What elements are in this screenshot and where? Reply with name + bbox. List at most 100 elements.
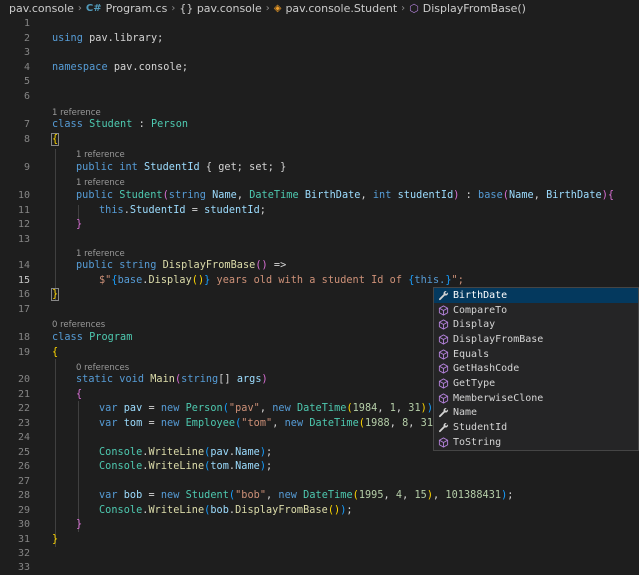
suggestion-label: MemberwiseClone <box>453 392 544 404</box>
code-lens-references[interactable]: 1 reference <box>52 108 101 118</box>
code-line-11: this.StudentId = studentId; <box>99 205 266 216</box>
suggestion-label: BirthDate <box>453 289 508 301</box>
suggestion-widget[interactable]: BirthDate CompareTo Display DisplayFromB… <box>433 287 639 451</box>
suggestion-item[interactable]: BirthDate <box>434 288 638 303</box>
code-line-15[interactable]: $"{base.Display()} years old with a stud… <box>99 274 464 288</box>
suggestion-item[interactable]: Display <box>434 317 638 332</box>
breadcrumb-project[interactable]: pav.console <box>9 2 74 15</box>
cube-icon <box>438 363 449 374</box>
method: WriteLine <box>148 505 205 516</box>
suggestion-label: DisplayFromBase <box>453 333 544 345</box>
suggestion-item[interactable]: GetType <box>434 376 638 391</box>
string: "tom" <box>241 418 273 429</box>
line-number: 28 <box>17 490 30 501</box>
line-number: 10 <box>17 190 30 201</box>
code-line-18: class Program <box>52 331 132 345</box>
breadcrumb-method[interactable]: DisplayFromBase() <box>423 2 526 15</box>
breadcrumb-namespace[interactable]: {} pav.console <box>179 2 261 15</box>
string: $" <box>99 275 112 286</box>
number: 8 <box>402 418 409 429</box>
code-line-25: Console.WriteLine(pav.Name); <box>99 447 273 458</box>
line-number: 20 <box>17 374 30 385</box>
code-line-8: { <box>50 133 60 146</box>
kw: int <box>119 162 138 173</box>
breadcrumb-class[interactable]: pav.console.Student <box>285 2 397 15</box>
line-number: 11 <box>17 205 30 216</box>
var: tom <box>210 461 229 472</box>
kw: string <box>119 260 157 271</box>
line-number: 3 <box>23 47 30 58</box>
code-lens-references[interactable]: 1 reference <box>76 249 125 259</box>
line-number: 14 <box>17 260 30 271</box>
breadcrumb-file[interactable]: Program.cs <box>106 2 168 15</box>
method: Display <box>148 275 192 286</box>
wrench-icon <box>439 290 449 300</box>
suggestion-item[interactable]: DisplayFromBase <box>434 332 638 347</box>
chevron-right-icon: › <box>401 2 406 14</box>
line-number: 31 <box>17 534 30 545</box>
code-lens-references[interactable]: 1 reference <box>76 150 125 160</box>
code-lens-references[interactable]: 1 reference <box>76 178 125 188</box>
kw: base <box>117 275 143 286</box>
kw: string <box>168 190 206 201</box>
type: Student <box>89 119 133 130</box>
cube-icon <box>438 437 449 448</box>
number: 1988 <box>364 418 390 429</box>
kw: new <box>160 403 180 414</box>
suggestion-label: Display <box>453 319 496 331</box>
suggestion-item[interactable]: CompareTo <box>434 303 638 318</box>
string: years old with a student Id of <box>210 275 409 286</box>
number: 1 <box>389 403 396 414</box>
method: DisplayFromBase <box>235 505 328 516</box>
code-line-31: } <box>52 534 59 545</box>
method-cube-icon: ⬡ <box>409 1 419 15</box>
code-lens-references[interactable]: 0 references <box>76 363 129 373</box>
kw: public <box>76 162 114 173</box>
kw: var <box>99 403 118 414</box>
kw: void <box>119 374 145 385</box>
type: Console <box>99 505 143 516</box>
suggestion-item[interactable]: GetHashCode <box>434 361 638 376</box>
param: BirthDate <box>304 190 361 201</box>
type: Console <box>99 461 143 472</box>
var: pav <box>210 447 229 458</box>
code-lens-references[interactable]: 0 references <box>52 320 105 330</box>
line-number: 7 <box>23 119 30 130</box>
line-number: 26 <box>17 461 30 472</box>
kw: new <box>272 403 291 414</box>
cube-icon <box>438 393 449 404</box>
param: studentId <box>397 190 454 201</box>
line-number: 18 <box>17 332 30 343</box>
suggestion-item[interactable]: MemberwiseClone <box>434 391 638 406</box>
accessor: { get; set; } <box>199 162 287 173</box>
suggestion-item[interactable]: StudentId <box>434 420 638 435</box>
type: Person <box>185 403 223 414</box>
suggestion-item[interactable]: Name <box>434 406 638 421</box>
code-line-29: Console.WriteLine(bob.DisplayFromBase())… <box>99 505 353 516</box>
code-line-14: public string DisplayFromBase() => <box>76 260 287 271</box>
kw: new <box>284 418 304 429</box>
suggestion-item[interactable]: Equals <box>434 347 638 362</box>
number: 31 <box>420 418 434 429</box>
ns: pav.library <box>89 33 158 44</box>
line-number: 2 <box>23 33 30 44</box>
line-number: 24 <box>17 432 30 443</box>
line-number: 6 <box>23 91 30 102</box>
chevron-right-icon: › <box>265 2 270 14</box>
line-number: 17 <box>17 304 30 315</box>
type: DateTime <box>303 490 353 501</box>
type: DateTime <box>309 418 359 429</box>
type: Person <box>150 119 189 130</box>
kw: public <box>76 260 114 271</box>
line-number: 5 <box>23 76 30 87</box>
method: Main <box>150 374 175 385</box>
kw: base <box>478 190 503 201</box>
op: : <box>132 119 151 130</box>
line-number-current: 15 <box>17 275 30 286</box>
suggestion-label: GetHashCode <box>453 363 520 375</box>
code-line-2: using pav.library; <box>52 33 164 44</box>
type: Student <box>119 190 163 201</box>
suggestion-item[interactable]: ToString <box>434 435 638 450</box>
kw: this. <box>414 275 446 286</box>
number: 1984 <box>352 403 378 414</box>
